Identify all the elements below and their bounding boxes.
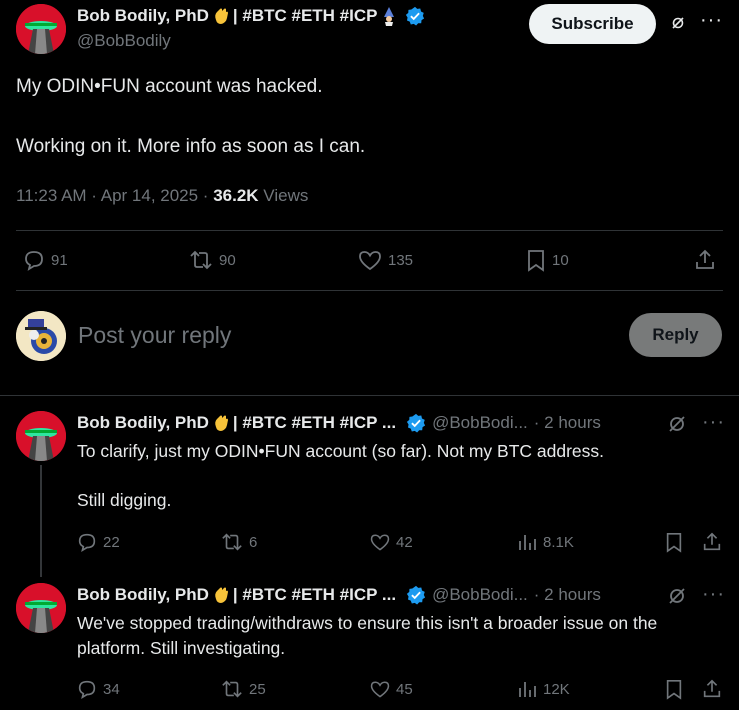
reply-count: 34 [103,680,120,698]
divider [16,230,723,231]
post-metadata: 11:23 AM · Apr 14, 2025 · 36.2K Views [16,186,308,206]
heart-icon [359,251,381,271]
verified-badge-icon [406,585,426,605]
author-avatar[interactable] [16,4,66,54]
reply-text-line-1: To clarify, just my ODIN•FUN account (so… [77,441,605,461]
views-count: 8.1K [543,533,574,551]
author-name-row: Bob Bodily, PhD | #BTC #ETH #ICP [77,6,425,26]
post-timestamp[interactable]: 11:23 AM · Apr 14, 2025 · [16,186,213,205]
reply-author-name[interactable]: Bob Bodily, PhD [77,413,209,433]
reply-author-tags: | #BTC #ETH #ICP ... [232,585,397,604]
reply-icon [78,680,96,699]
heart-icon [370,681,390,698]
bookmark-count: 10 [552,251,569,269]
like-count: 42 [396,533,413,551]
repost-count: 90 [219,251,236,269]
reply-time[interactable]: · 2 hours [534,413,601,433]
current-user-avatar[interactable] [16,311,66,361]
subscribe-button[interactable]: Subscribe [529,4,656,44]
reply-author-row: Bob Bodily, PhD | #BTC #ETH #ICP ... @Bo… [77,585,601,605]
waving-hand-icon [211,6,231,26]
more-options-icon[interactable]: ··· [702,411,725,434]
reply-text-line-1: We've stopped trading/withdraws to ensur… [77,613,658,633]
bookmark-action[interactable] [664,678,684,700]
reply-author-avatar[interactable] [16,411,66,461]
views-count: 12K [543,680,570,698]
reply-author-handle[interactable]: @BobBodi... [432,585,528,605]
reply-count: 22 [103,533,120,551]
thread-line [40,465,42,577]
repost-action[interactable]: 6 [220,531,257,553]
wizard-icon [379,6,399,26]
bookmark-action[interactable] [664,531,684,553]
repost-count: 25 [249,680,266,698]
reply-icon [78,533,96,552]
bookmark-action[interactable]: 10 [525,248,569,272]
reply-time[interactable]: · 2 hours [534,585,601,605]
repost-action[interactable]: 25 [220,678,266,700]
reply-action[interactable]: 34 [76,678,120,700]
post-text-line-2: Working on it. More info as soon as I ca… [16,136,366,157]
waving-hand-icon [211,585,231,605]
reply-count: 91 [51,251,68,269]
reply-text-line-2: Still digging. [77,490,172,510]
reply-author-name[interactable]: Bob Bodily, PhD [77,585,209,605]
grok-icon[interactable] [667,414,687,434]
repost-action[interactable]: 90 [188,248,236,272]
author-tags: | #BTC #ETH #ICP [232,6,378,25]
analytics-icon [519,682,536,697]
repost-icon [222,680,242,698]
bookmark-icon [528,250,544,272]
repost-icon [190,250,212,270]
verified-badge-icon [406,413,426,433]
repost-count: 6 [249,533,258,551]
heart-icon [370,534,390,551]
share-action[interactable] [701,678,723,700]
divider [0,395,739,396]
like-count: 45 [396,680,413,698]
grok-icon[interactable] [667,586,687,606]
divider [16,290,723,291]
reply-icon [25,251,43,271]
reply-author-avatar[interactable] [16,583,66,633]
reply-action[interactable]: 22 [76,531,120,553]
reply-author-tags: | #BTC #ETH #ICP ... [232,413,397,432]
share-icon [703,679,721,698]
author-handle[interactable]: @BobBodily [77,31,171,51]
views-action[interactable]: 12K [516,678,570,700]
bookmark-icon [666,680,682,700]
verified-badge-icon [405,6,425,26]
author-name[interactable]: Bob Bodily, PhD [77,6,209,26]
analytics-icon [519,535,536,550]
grok-icon[interactable] [669,14,687,32]
share-icon [696,249,714,269]
bookmark-icon [666,533,682,553]
reply-author-handle[interactable]: @BobBodi... [432,413,528,433]
reply-button[interactable]: Reply [629,313,722,357]
like-action[interactable]: 45 [369,678,413,700]
like-action[interactable]: 135 [357,248,413,272]
reply-author-row: Bob Bodily, PhD | #BTC #ETH #ICP ... @Bo… [77,413,601,433]
more-options-icon[interactable]: ··· [700,9,723,32]
like-count: 135 [388,251,414,269]
reply-input[interactable]: Post your reply [78,322,231,349]
views-count: 36.2K [213,186,259,205]
waving-hand-icon [211,413,231,433]
share-action[interactable] [693,248,717,272]
more-options-icon[interactable]: ··· [702,583,725,606]
share-action[interactable] [701,531,723,553]
like-action[interactable]: 42 [369,531,413,553]
share-icon [703,532,721,551]
repost-icon [222,533,242,551]
views-label: Views [258,186,309,205]
post-text-line-1: My ODIN•FUN account was hacked. [16,76,323,97]
reply-action[interactable]: 91 [22,248,68,272]
views-action[interactable]: 8.1K [516,531,574,553]
reply-text-line-2: platform. Still investigating. [77,638,286,658]
